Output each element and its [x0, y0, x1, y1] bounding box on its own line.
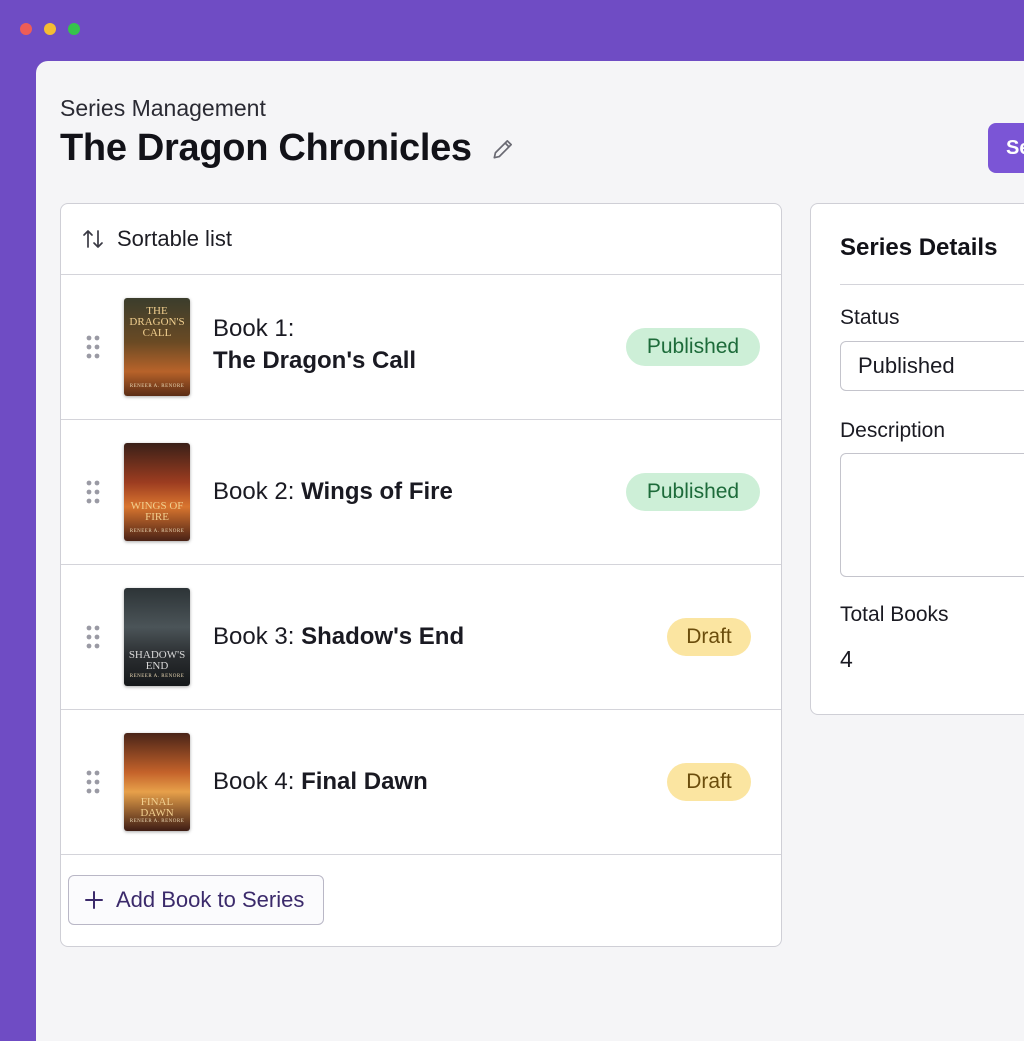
- book-title: Book 4: Final Dawn: [213, 766, 428, 798]
- status-badge: Published: [626, 473, 760, 511]
- maximize-window-button[interactable]: [68, 23, 80, 35]
- status-badge: Draft: [667, 618, 751, 656]
- description-label: Description: [840, 419, 946, 442]
- book-cover: SHADOW'S END RENEER A. RENORE: [124, 588, 190, 686]
- description-textarea[interactable]: [840, 453, 1024, 577]
- drag-handle-icon[interactable]: [85, 624, 101, 650]
- minimize-window-button[interactable]: [44, 23, 56, 35]
- book-title: Book 3: Shadow's End: [213, 621, 464, 653]
- book-cover: FINAL DAWN RENEER A. RENORE: [124, 733, 190, 831]
- drag-handle-icon[interactable]: [85, 769, 101, 795]
- sortable-book-list: Sortable list THE DRAGON'S CALL RENEER A…: [60, 203, 782, 947]
- series-details-panel: Series Details Status Published Descript…: [810, 203, 1024, 715]
- save-button[interactable]: Se: [988, 123, 1024, 173]
- status-badge: Draft: [667, 763, 751, 801]
- status-label: Status: [840, 306, 900, 329]
- drag-handle-icon[interactable]: [85, 334, 101, 360]
- book-row[interactable]: THE DRAGON'S CALL RENEER A. RENORE Book …: [61, 275, 781, 420]
- add-book-area: Add Book to Series: [61, 855, 781, 946]
- cover-author: RENEER A. RENORE: [129, 384, 185, 389]
- book-prefix: Book 4:: [213, 768, 295, 795]
- cover-title: FINAL DAWN: [140, 796, 174, 819]
- window-controls: [20, 23, 80, 35]
- cover-author: RENEER A. RENORE: [129, 819, 185, 824]
- book-prefix: Book 3:: [213, 623, 295, 650]
- close-window-button[interactable]: [20, 23, 32, 35]
- book-title: Book 1: The Dragon's Call: [213, 313, 416, 377]
- list-header: Sortable list: [61, 204, 781, 275]
- add-book-button[interactable]: Add Book to Series: [68, 875, 324, 925]
- book-name: Final Dawn: [301, 768, 428, 795]
- book-row[interactable]: WINGS OF FIRE RENEER A. RENORE Book 2: W…: [61, 420, 781, 565]
- book-row[interactable]: SHADOW'S END RENEER A. RENORE Book 3: Sh…: [61, 565, 781, 710]
- plus-icon: [85, 891, 103, 909]
- book-cover: WINGS OF FIRE RENEER A. RENORE: [124, 443, 190, 541]
- book-name: The Dragon's Call: [213, 347, 417, 374]
- status-select[interactable]: Published: [840, 341, 1024, 391]
- total-books-label: Total Books: [840, 603, 949, 626]
- book-prefix: Book 2:: [213, 478, 295, 505]
- list-header-label: Sortable list: [117, 226, 232, 251]
- cover-title: SHADOW'S END: [128, 649, 186, 672]
- book-title: Book 2: Wings of Fire: [213, 476, 453, 508]
- book-name: Wings of Fire: [301, 478, 453, 505]
- cover-title: WINGS OF FIRE: [130, 500, 184, 523]
- breadcrumb: Series Management: [60, 95, 266, 121]
- app-window: Series Management The Dragon Chronicles …: [36, 61, 1024, 1041]
- details-title: Series Details: [840, 234, 998, 261]
- details-divider: [840, 284, 1024, 285]
- drag-handle-icon[interactable]: [85, 479, 101, 505]
- add-book-label: Add Book to Series: [116, 887, 305, 912]
- pencil-icon[interactable]: [490, 136, 516, 162]
- total-books-value: 4: [840, 646, 853, 672]
- cover-author: RENEER A. RENORE: [129, 674, 185, 679]
- cover-title: THE DRAGON'S CALL: [129, 305, 185, 339]
- book-cover: THE DRAGON'S CALL RENEER A. RENORE: [124, 298, 190, 396]
- status-badge: Published: [626, 328, 760, 366]
- page-title: The Dragon Chronicles: [60, 127, 472, 169]
- book-name: Shadow's End: [301, 623, 465, 650]
- book-prefix: Book 1:: [213, 315, 295, 342]
- sort-arrows-icon: [83, 230, 103, 248]
- title-row: The Dragon Chronicles: [60, 127, 516, 170]
- cover-author: RENEER A. RENORE: [129, 529, 185, 534]
- book-row[interactable]: FINAL DAWN RENEER A. RENORE Book 4: Fina…: [61, 710, 781, 855]
